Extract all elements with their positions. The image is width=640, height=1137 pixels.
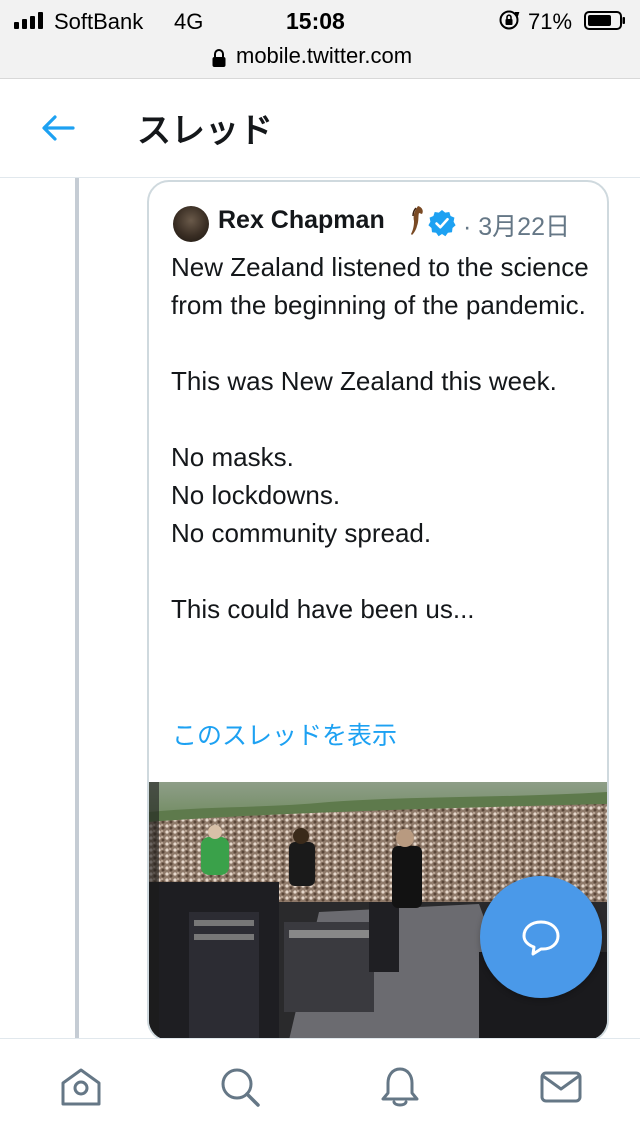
tweet-paragraph [171,324,591,362]
tweet-paragraph [171,400,591,438]
verified-badge-icon [428,210,456,237]
author-avatar[interactable] [173,206,209,242]
battery-icon [584,11,625,30]
tweet-paragraph: No lockdowns. [171,480,341,510]
tweet-date[interactable]: · 3月22日 [463,207,570,243]
orientation-lock-icon [499,10,520,30]
status-time: 15:08 [286,8,345,34]
status-bar: SoftBank 4G 15:08 71% [0,0,640,40]
carrier-name: SoftBank [54,9,144,34]
tweet-paragraph [171,552,591,590]
battery-percent: 71% [528,9,573,34]
show-thread-link[interactable]: このスレッドを表示 [172,716,397,752]
compose-button[interactable] [480,876,602,998]
messages-envelope-icon[interactable] [539,1065,583,1109]
tweet-text: New Zealand listened to the science from… [171,248,591,628]
compose-bubble-icon [522,920,560,956]
author-name[interactable]: Rex Chapman [218,206,385,235]
tweet-paragraph: New Zealand listened to the science from… [171,252,589,320]
tweet-paragraph: This was New Zealand this week. [171,366,557,396]
arrow-left-icon[interactable] [40,113,76,143]
bottom-navigation [0,1038,640,1137]
signal-strength-icon [14,12,43,29]
tweet-paragraph: This could have been us... [171,594,475,624]
tweet-paragraph: No community spread. [171,518,432,548]
page-title: スレッド [137,112,273,150]
network-type: 4G [174,9,204,34]
notifications-bell-icon[interactable] [378,1065,422,1109]
url-text: mobile.twitter.com [236,43,413,68]
browser-url-bar[interactable]: mobile.twitter.com [0,40,640,79]
tweet-paragraph: No masks. [171,442,294,472]
horse-emoji-icon [411,206,423,235]
thread-connector-line [75,178,79,1038]
page-header: スレッド [0,79,640,178]
padlock-icon [212,49,226,67]
search-icon[interactable] [218,1065,262,1109]
home-icon[interactable] [59,1065,103,1109]
